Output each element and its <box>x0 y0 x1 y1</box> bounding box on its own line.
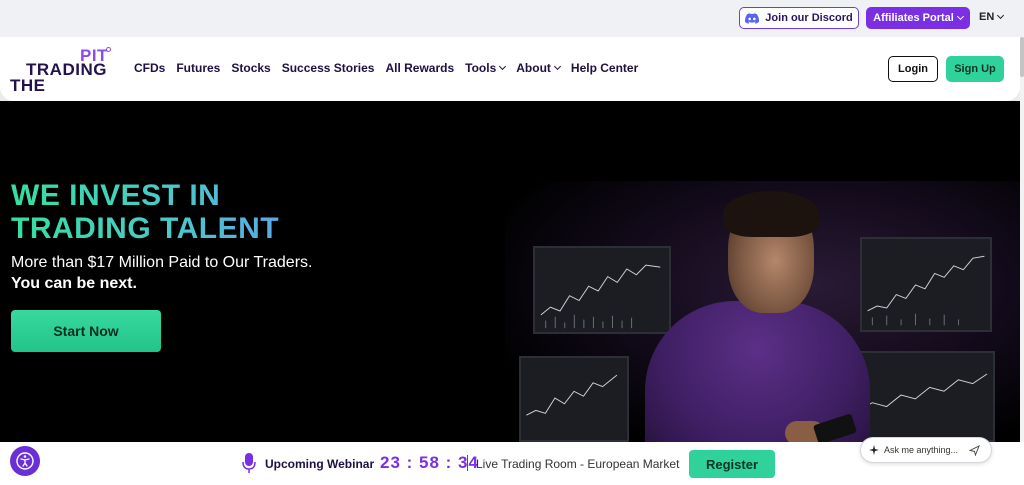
nav-item-label: Futures <box>176 61 221 75</box>
trading-monitor <box>860 237 992 332</box>
ask-input[interactable] <box>884 445 964 455</box>
hero-title-line2: TRADING TALENT <box>11 212 280 245</box>
trading-monitor <box>519 356 629 442</box>
join-discord-button[interactable]: Join our Discord <box>739 7 859 29</box>
start-now-button[interactable]: Start Now <box>11 310 161 352</box>
chevron-down-icon <box>499 62 507 71</box>
trading-monitor <box>850 351 995 442</box>
nav-item-label: Help Center <box>570 61 639 75</box>
nav-item-stocks[interactable]: Stocks <box>231 61 270 75</box>
nav-item-success-stories[interactable]: Success Stories <box>282 61 375 75</box>
chevron-down-icon <box>553 62 561 71</box>
page-scrollbar[interactable] <box>1020 37 1024 442</box>
nav-item-cfds[interactable]: CFDs <box>134 61 165 75</box>
nav-item-label: Success Stories <box>281 61 375 75</box>
nav-item-label: CFDs <box>134 61 166 75</box>
affiliates-portal-button[interactable]: Affiliates Portal <box>866 7 970 29</box>
discord-icon <box>745 12 760 24</box>
nav-item-label: Stocks <box>231 61 271 75</box>
webinar-countdown: 23 : 58 : 34 <box>380 453 479 472</box>
top-utility-bar: Join our Discord Affiliates Portal EN <box>0 0 1024 37</box>
login-button[interactable]: Login <box>888 56 938 82</box>
registered-mark <box>106 47 111 52</box>
nav-item-futures[interactable]: Futures <box>176 61 220 75</box>
trader-hair <box>723 191 819 237</box>
sparkle-icon <box>869 445 879 455</box>
main-navbar: PIT TRADING THE CFDs Futures Stocks Succ… <box>0 37 1020 101</box>
trading-monitor <box>533 246 671 334</box>
divider <box>467 455 468 471</box>
accessibility-button[interactable] <box>10 446 40 476</box>
register-button[interactable]: Register <box>689 450 775 478</box>
send-icon[interactable] <box>969 444 980 456</box>
site-logo[interactable]: PIT TRADING THE <box>10 45 111 95</box>
nav-item-help-center[interactable]: Help Center <box>571 61 638 75</box>
hero-title: WE INVEST IN TRADING TALENT <box>11 179 279 245</box>
language-selector[interactable]: EN <box>979 11 1005 23</box>
affiliates-portal-label: Affiliates Portal <box>873 12 954 24</box>
microphone-icon <box>242 453 256 473</box>
logo-the: THE <box>10 76 46 95</box>
hero-subtitle: More than $17 Million Paid to Our Trader… <box>11 254 313 271</box>
nav-item-tools[interactable]: Tools <box>465 61 507 75</box>
nav-item-about[interactable]: About <box>516 61 561 75</box>
ai-chat-box[interactable] <box>860 437 992 463</box>
nav-item-label: All Rewards <box>385 61 455 75</box>
chevron-down-icon <box>997 11 1005 20</box>
accessibility-icon <box>16 452 34 470</box>
hero-title-line1: WE INVEST IN <box>11 179 221 212</box>
join-discord-label: Join our Discord <box>765 12 853 24</box>
hero-section: WE INVEST IN TRADING TALENT More than $1… <box>0 101 1020 442</box>
hero-image-trader <box>505 181 1020 442</box>
language-label: EN <box>979 11 995 23</box>
hero-subtitle-bold: You can be next. <box>11 275 137 292</box>
scrollbar-thumb[interactable] <box>1020 37 1024 77</box>
nav-links: CFDs Futures Stocks Success Stories All … <box>134 61 638 75</box>
signup-button[interactable]: Sign Up <box>946 56 1004 82</box>
upcoming-webinar-label: Upcoming Webinar <box>265 457 375 471</box>
chevron-down-icon <box>956 12 964 21</box>
nav-item-label: Tools <box>465 61 497 75</box>
nav-item-all-rewards[interactable]: All Rewards <box>385 61 454 75</box>
nav-item-label: About <box>516 61 551 75</box>
webinar-room-title: Live Trading Room - European Market <box>476 457 680 471</box>
